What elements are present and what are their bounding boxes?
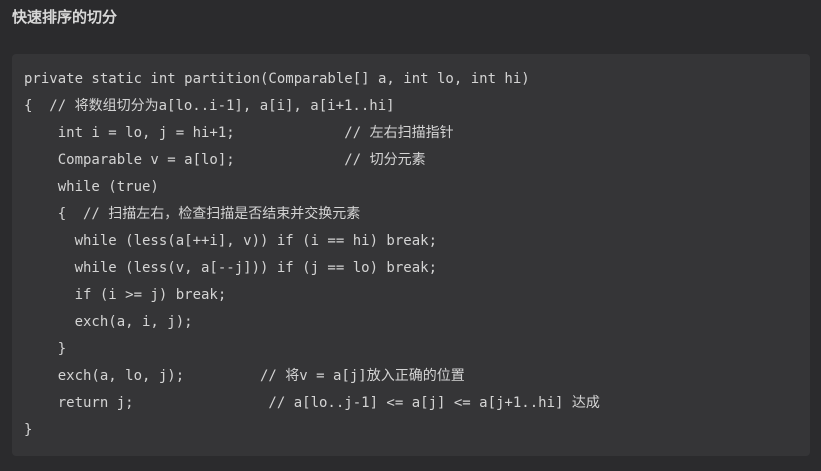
code-line: int i = lo, j = hi+1; // 左右扫描指针 — [24, 125, 454, 141]
code-line: Comparable v = a[lo]; // 切分元素 — [24, 152, 426, 168]
code-line: { // 扫描左右，检查扫描是否结束并交换元素 — [24, 206, 361, 222]
code-line: private static int partition(Comparable[… — [24, 71, 530, 87]
code-line: while (less(a[++i], v)) if (i == hi) bre… — [24, 233, 438, 249]
code-line: exch(a, i, j); — [24, 314, 193, 330]
code-line: exch(a, lo, j); // 将v = a[j]放入正确的位置 — [24, 368, 465, 384]
code-line: } — [24, 422, 33, 438]
section-heading: 快速排序的切分 — [12, 8, 118, 26]
code-line: while (true) — [24, 179, 159, 195]
code-line: while (less(v, a[--j])) if (j == lo) bre… — [24, 260, 438, 276]
code-line: return j; // a[lo..j-1] <= a[j] <= a[j+1… — [24, 395, 600, 411]
code-line: if (i >= j) break; — [24, 287, 227, 303]
code-line: } — [24, 341, 67, 357]
code-block: private static int partition(Comparable[… — [12, 54, 810, 456]
code-line: { // 将数组切分为a[lo..i-1], a[i], a[i+1..hi] — [24, 98, 395, 114]
